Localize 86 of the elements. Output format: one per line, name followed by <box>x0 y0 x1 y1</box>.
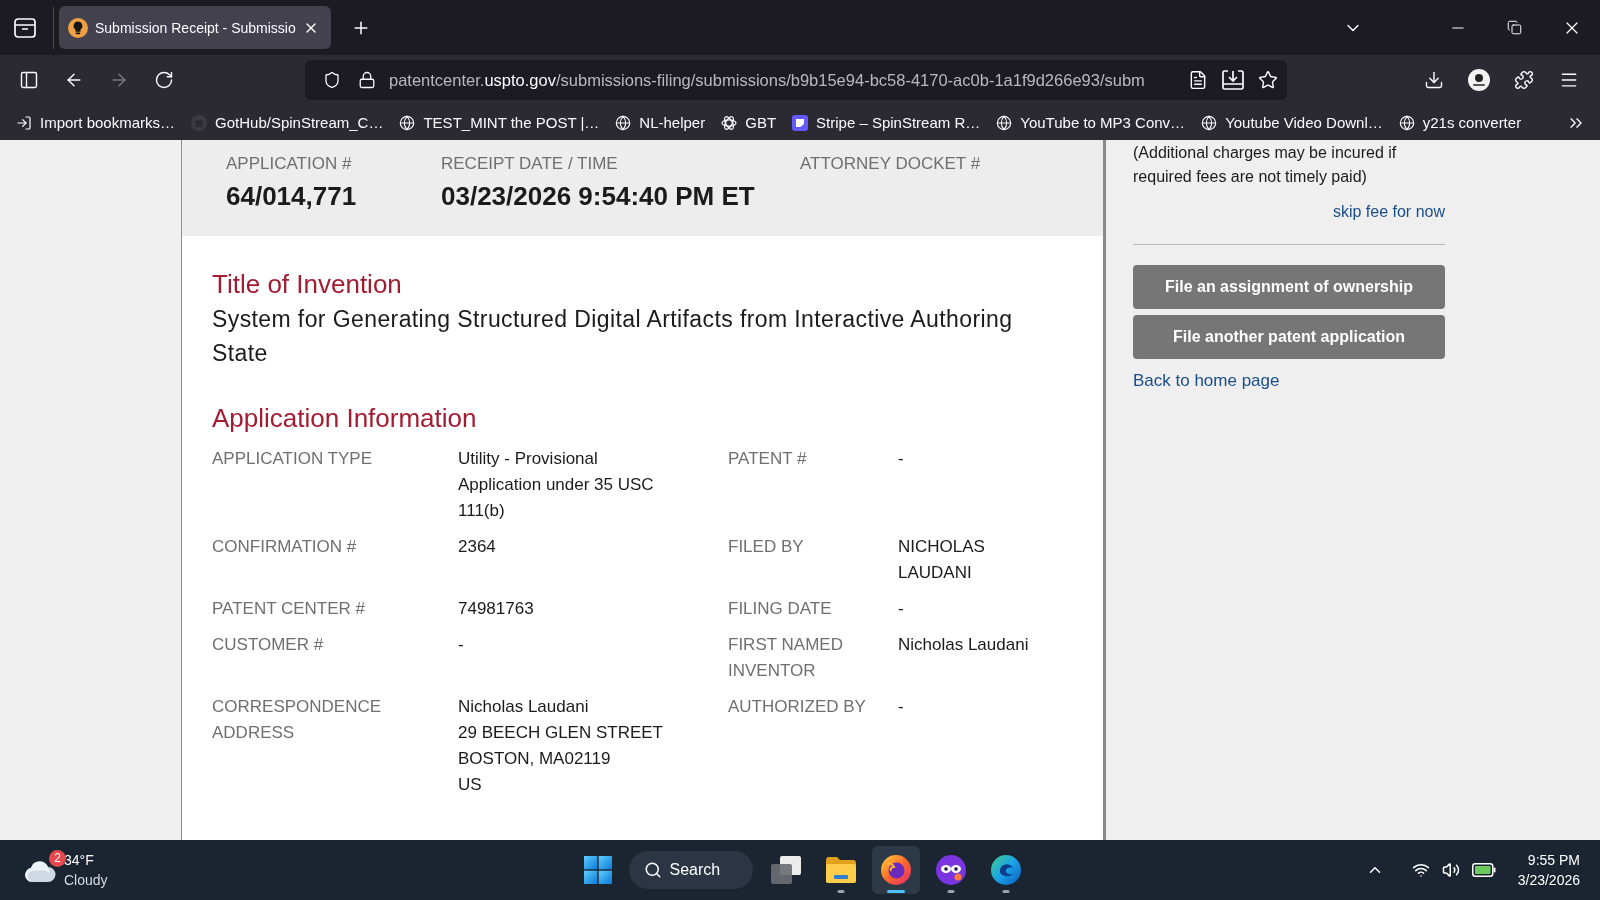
shield-icon[interactable] <box>323 71 341 89</box>
stacked-windows-icon <box>770 856 801 884</box>
field-label: CUSTOMER # <box>212 634 324 656</box>
folder-icon <box>825 857 856 883</box>
star-icon[interactable] <box>1258 70 1278 90</box>
globe-icon <box>399 114 416 131</box>
home-link[interactable]: Back to home page <box>1133 369 1280 393</box>
globe-icon <box>615 114 632 131</box>
field-value: 74981763 <box>458 598 534 620</box>
globe-icon <box>1398 114 1415 131</box>
field-label: CONFIRMATION # <box>212 536 357 558</box>
bookmark-item[interactable]: NL-helper <box>607 108 714 137</box>
flag-tile-icon <box>792 114 809 131</box>
field-value: - <box>898 696 904 718</box>
taskbar-app-button[interactable] <box>871 846 920 894</box>
invention-title: System for Generating Structured Digital Artifacts from Interactive Authoring State <box>212 305 1014 368</box>
field-label: FILED BY <box>728 536 804 558</box>
cloud-icon[interactable] <box>24 860 56 882</box>
browser-tab[interactable]: Submission Receipt - Submissio <box>59 6 331 49</box>
lock-icon[interactable] <box>358 71 376 89</box>
archive-box-icon[interactable] <box>14 17 36 38</box>
mask-icon <box>935 855 966 885</box>
field-label: CORRESPONDENCE ADDRESS <box>212 696 383 744</box>
action-button[interactable]: File another patent application <box>1133 315 1445 359</box>
import-arrow-icon <box>16 114 32 131</box>
summary-label: APPLICATION # <box>226 154 352 174</box>
globe-icon <box>1201 114 1218 131</box>
summary-value: 03/23/2026 9:54:40 PM ET <box>441 181 755 211</box>
field-label: FIRST NAMED INVENTOR <box>728 634 844 682</box>
swirl-icon <box>990 855 1021 885</box>
tray-arrow-icon[interactable] <box>1222 70 1244 90</box>
circular-arrow-icon[interactable] <box>154 70 174 90</box>
field-value: - <box>458 634 464 656</box>
notification-badge: 2 <box>49 850 66 867</box>
bookmark-item[interactable]: Stripe – SpinStream R… <box>784 108 989 137</box>
field-value: - <box>898 598 904 620</box>
field-value: Nicholas Laudani 29 BEECH GLEN STREET BOSTON, MA02119 US <box>458 696 663 796</box>
bookmark-item[interactable]: YouTube to MP3 Conv… <box>988 108 1194 137</box>
overlapping-squares-icon[interactable] <box>1507 20 1522 35</box>
wifi-icon[interactable] <box>1411 861 1430 879</box>
summary-value: 64/014,771 <box>226 181 357 211</box>
field-value: NICHOLAS LAUDANI <box>898 536 986 584</box>
address-bar[interactable]: patentcenter.uspto.gov/submissions-filing/submissions/b9b15e94-bc58-4170-ac0b-1a1f9d266e93/subm <box>305 60 1287 100</box>
panel-icon[interactable] <box>19 70 39 90</box>
field-label: APPLICATION TYPE <box>212 448 372 470</box>
clock[interactable]: 9:55 PM 3/23/2026 <box>1517 850 1580 890</box>
skip-fee-link[interactable]: skip fee for now <box>1332 200 1445 224</box>
bookmark-item[interactable]: TEST_MINT the POST |… <box>391 108 608 137</box>
search-icon <box>643 861 662 879</box>
section-heading: Title of Invention <box>212 269 402 299</box>
bookmark-item[interactable]: y21s converter <box>1390 108 1530 137</box>
speaker-icon[interactable] <box>1441 861 1460 879</box>
bookmark-item[interactable]: Import bookmarks… <box>8 108 184 137</box>
field-label: FILING DATE <box>728 598 832 620</box>
field-label: PATENT # <box>728 448 807 470</box>
fee-note: (Additional charges may be incured if required fees are not timely paid) <box>1133 143 1398 187</box>
field-label: PATENT CENTER # <box>212 598 366 620</box>
lightbulb-favicon-icon <box>68 17 88 38</box>
puzzle-icon[interactable] <box>1514 70 1534 90</box>
bookmark-item[interactable]: GBT <box>713 108 785 137</box>
knot-icon <box>721 114 738 131</box>
search-box[interactable]: Search <box>628 851 753 889</box>
field-value: 2364 <box>458 536 496 558</box>
field-value: Utility - Provisional Application under 35 USC 111(b) <box>458 448 655 522</box>
clock-date: 3/23/2026 <box>1517 871 1580 890</box>
action-button[interactable]: File an assignment of ownership <box>1133 265 1445 309</box>
field-value: Nicholas Laudani <box>898 634 1029 656</box>
section-heading: Application Information <box>212 403 477 433</box>
flame-globe-icon <box>880 855 911 885</box>
summary-label: ATTORNEY DOCKET # <box>800 154 981 174</box>
bookmark-item[interactable]: GotHub/SpinStream_C… <box>183 108 392 137</box>
four-squares-icon[interactable] <box>583 856 612 884</box>
menu-icon[interactable] <box>1559 70 1579 90</box>
summary-label: RECEIPT DATE / TIME <box>441 154 618 174</box>
field-label: AUTHORIZED BY <box>728 696 866 718</box>
weather-temperature: 34°F <box>64 851 95 870</box>
weather-condition: Cloudy <box>64 871 108 890</box>
globe-icon <box>996 114 1013 131</box>
bookmark-item[interactable]: Youtube Video Downl… <box>1193 108 1391 137</box>
document-icon[interactable] <box>1188 70 1208 90</box>
avatar-icon[interactable] <box>1468 69 1490 91</box>
field-value: - <box>898 448 904 470</box>
clock-time: 9:55 PM <box>1527 851 1580 870</box>
url-text[interactable]: patentcenter.uspto.gov/submissions-filing/submissions/b9b15e94-bc58-4170-ac0b-1a1f9d266e93/subm <box>389 70 1145 90</box>
battery-icon[interactable] <box>1471 863 1496 877</box>
download-icon[interactable] <box>1424 70 1444 90</box>
